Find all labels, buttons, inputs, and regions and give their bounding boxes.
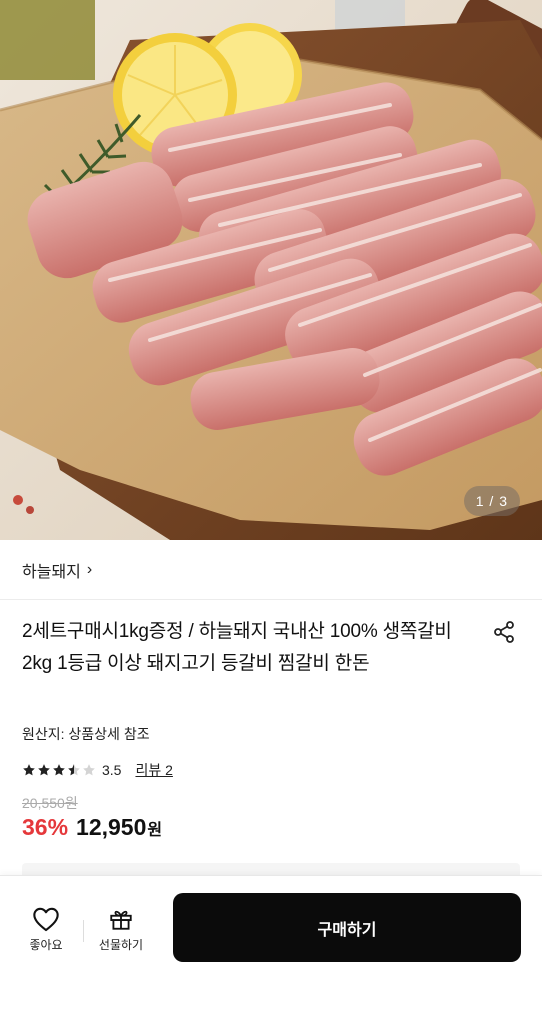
share-icon xyxy=(494,621,514,643)
discount-rate: 36% xyxy=(22,814,69,840)
rating-row: 3.5 리뷰 2 xyxy=(22,760,173,780)
store-name[interactable]: 하늘돼지 xyxy=(22,558,81,582)
like-button[interactable]: 좋아요 xyxy=(16,906,76,953)
original-price: 20,550원 xyxy=(22,795,78,811)
sale-price: 12,950 xyxy=(76,814,147,840)
bottom-action-bar: 좋아요 선물하기 구매하기 xyxy=(0,875,542,1024)
review-link[interactable]: 리뷰 2 xyxy=(135,760,172,780)
origin-info: 원산지: 상품상세 참조 xyxy=(22,726,150,742)
share-button[interactable] xyxy=(488,616,520,648)
store-link[interactable]: 하늘돼지 › xyxy=(0,540,542,600)
star-full-icon xyxy=(23,764,35,776)
buy-button[interactable]: 구매하기 xyxy=(173,893,521,962)
action-divider xyxy=(83,920,84,942)
product-title: 2세트구매시1kg증정 / 하늘돼지 국내산 100% 생쪽갈비 2kg 1등급… xyxy=(22,621,452,674)
price-row: 36% 12,950 원 xyxy=(22,814,162,841)
image-page-indicator: 1 / 3 xyxy=(463,486,520,516)
gift-icon xyxy=(110,910,132,930)
star-empty-icon xyxy=(83,764,95,776)
star-full-icon xyxy=(53,764,65,776)
heart-icon xyxy=(33,907,59,932)
page-total: 3 xyxy=(499,493,508,509)
product-image[interactable]: 1 / 3 xyxy=(0,0,542,540)
star-half-icon xyxy=(68,764,80,776)
product-photo xyxy=(0,0,542,540)
star-full-icon xyxy=(38,764,50,776)
price-currency: 원 xyxy=(147,822,163,839)
gift-button[interactable]: 선물하기 xyxy=(91,906,151,953)
page-current: 1 xyxy=(475,493,485,509)
like-label: 좋아요 xyxy=(29,938,63,952)
rating-value: 3.5 xyxy=(102,762,122,778)
star-rating xyxy=(22,763,96,777)
chevron-right-icon: › xyxy=(86,560,93,578)
page-separator: / xyxy=(489,493,495,509)
gift-label: 선물하기 xyxy=(98,938,144,952)
